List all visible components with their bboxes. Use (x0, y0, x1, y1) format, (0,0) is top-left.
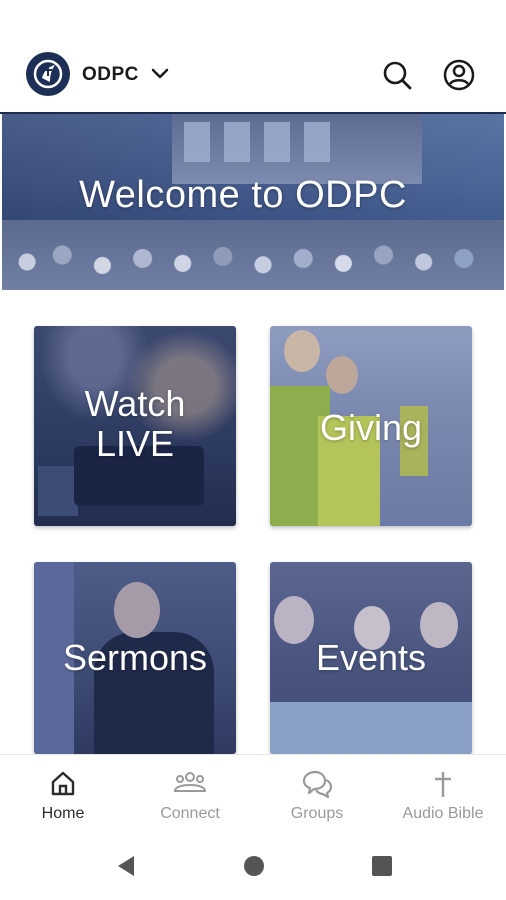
welcome-banner[interactable]: Welcome to ODPC (2, 114, 504, 290)
nav-connect-label: Connect (160, 805, 220, 822)
giving-tile[interactable]: Giving (270, 326, 472, 526)
app-screen: ODPC Welcome to ODPC Watch LIVE Giving S… (0, 0, 506, 900)
giving-label: Giving (319, 407, 423, 448)
nav-home[interactable]: Home (0, 755, 126, 833)
watch-live-label: Watch LIVE (84, 383, 186, 464)
tile-image-detail (274, 596, 314, 644)
home-icon (51, 771, 75, 796)
sermons-tile[interactable]: Sermons (34, 562, 236, 754)
nav-connect[interactable]: Connect (127, 755, 253, 833)
back-icon[interactable] (114, 854, 138, 878)
system-navigation (0, 832, 506, 900)
app-header: ODPC (0, 38, 506, 112)
nav-groups[interactable]: Groups (254, 755, 380, 833)
chat-bubbles-icon (302, 770, 333, 799)
bottom-navigation: Home Connect Groups Audio Bible (0, 754, 506, 833)
chevron-down-icon[interactable] (150, 66, 170, 82)
nav-audio-bible[interactable]: Audio Bible (380, 755, 506, 833)
tile-image-detail (326, 356, 358, 394)
hero-image-detail (224, 122, 250, 162)
recents-square-icon[interactable] (370, 854, 394, 878)
hero-image-detail (184, 122, 210, 162)
people-icon (173, 772, 207, 792)
cross-icon (435, 772, 451, 797)
events-label: Events (315, 637, 427, 678)
watch-live-tile[interactable]: Watch LIVE (34, 326, 236, 526)
hero-image-detail (264, 122, 290, 162)
events-tile[interactable]: Events (270, 562, 472, 754)
tile-image-detail (284, 330, 320, 372)
nav-home-label: Home (41, 805, 85, 822)
church-name[interactable]: ODPC (82, 64, 139, 86)
home-circle-icon[interactable] (242, 854, 266, 878)
hero-image-detail (304, 122, 330, 162)
tile-image-detail (114, 582, 160, 638)
church-logo-icon[interactable] (26, 52, 70, 96)
tile-image-detail (38, 466, 78, 516)
nav-audio-bible-label: Audio Bible (402, 805, 484, 822)
search-icon[interactable] (380, 58, 414, 92)
nav-groups-label: Groups (290, 805, 344, 822)
tile-image-detail (270, 702, 472, 754)
account-circle-icon[interactable] (442, 58, 476, 92)
hero-crowd (2, 220, 504, 290)
hero-title: Welcome to ODPC (79, 174, 407, 216)
sermons-label: Sermons (62, 637, 208, 678)
